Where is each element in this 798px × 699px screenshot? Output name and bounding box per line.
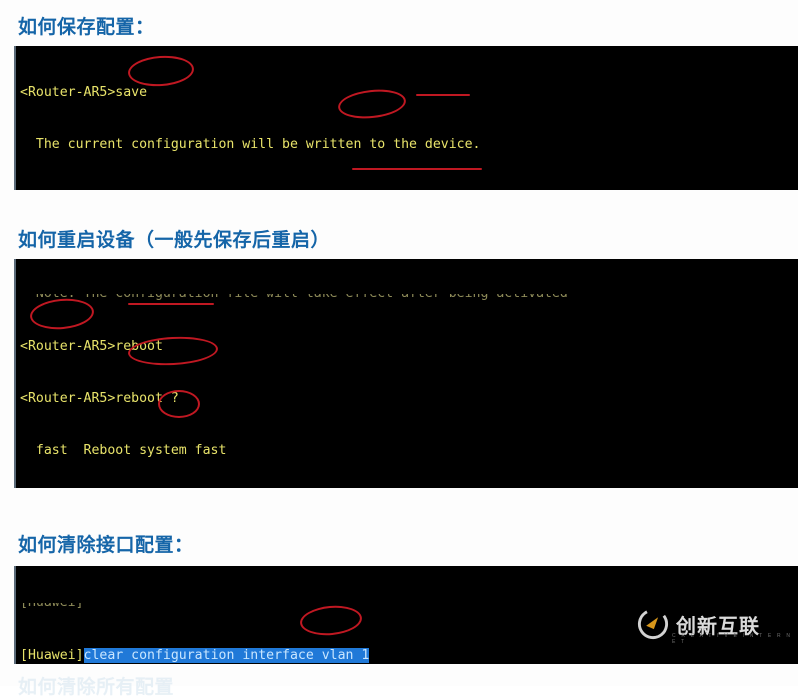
terminal-line-clipped-text: [Huawei] <box>20 603 84 611</box>
selected-text[interactable]: clear configuration interface vlan 1 <box>83 647 370 663</box>
terminal-line: <Router-AR5>reboot <box>20 338 163 354</box>
terminal-line: Are you sure to continue? (y/n)[n]:y <box>20 188 798 190</box>
terminal-line-clipped-text: Note: The configuration file will take e… <box>20 294 568 302</box>
terminal-line-selected-command[interactable]: [Huawei]clear configuration interface vl… <box>20 647 798 664</box>
save-terminal[interactable]: <Router-AR5>save The current configurati… <box>14 46 798 190</box>
terminal-line-clipped: Note: The configuration file will take e… <box>20 294 798 303</box>
reboot-terminal[interactable]: Note: The configuration file will take e… <box>14 259 798 488</box>
terminal-prompt: [Huawei] <box>20 647 84 663</box>
heading-how-to-save-config: 如何保存配置： <box>18 16 155 38</box>
page-root: 如何保存配置： <Router-AR5>save The current con… <box>0 0 798 698</box>
watermark-logo-icon <box>637 608 669 640</box>
watermark-subtext: C R E A T I V E I N T E R N E T <box>672 633 793 645</box>
heading-how-to-clear-interface-config: 如何清除接口配置： <box>18 534 194 556</box>
terminal-line: fast Reboot system fast <box>20 443 227 459</box>
terminal-line: <Router-AR5>save <box>20 84 148 100</box>
terminal-line: The current configuration will be writte… <box>20 137 481 153</box>
heading-how-to-reboot-device: 如何重启设备（一般先保存后重启） <box>18 229 331 251</box>
terminal-line: <Router-AR5>reboot ? <box>20 390 179 406</box>
